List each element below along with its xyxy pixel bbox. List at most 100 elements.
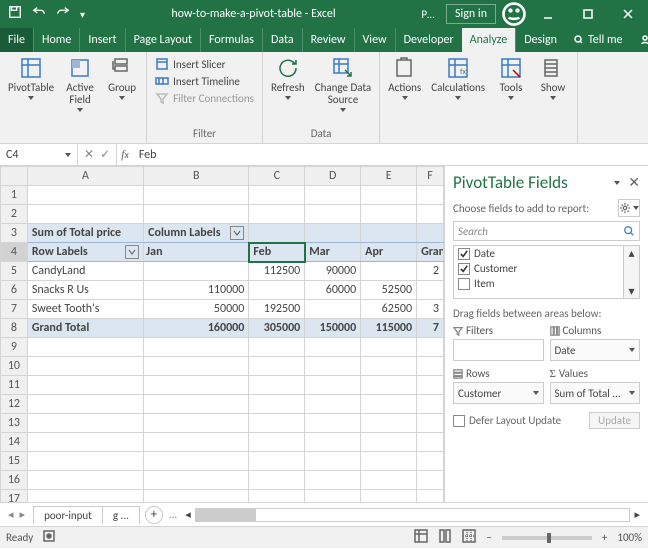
close-button[interactable] — [608, 0, 648, 28]
hdr-mar: Mar — [305, 243, 361, 262]
tab-page-layout[interactable]: Page Layout — [125, 28, 200, 52]
redo-icon[interactable] — [56, 5, 70, 23]
worksheet-grid[interactable]: A B C D E F 1 2 3 Sum of Total price Col… — [0, 166, 444, 502]
formula-input[interactable]: Feb — [133, 144, 648, 165]
group-button[interactable]: Group — [102, 54, 142, 102]
insert-timeline-button[interactable]: Insert Timeline — [151, 73, 258, 89]
save-icon[interactable] — [8, 5, 22, 23]
refresh-button[interactable]: Refresh — [267, 54, 309, 102]
zoom-out-button[interactable]: − — [486, 531, 491, 544]
column-labels-dropdown-icon[interactable] — [230, 226, 244, 240]
row-labels-cell[interactable]: Row Labels — [27, 243, 143, 262]
row-snacks: Snacks R Us — [27, 281, 143, 300]
tell-me-label: Tell me — [588, 33, 623, 47]
sheet-tab-g[interactable]: g ... — [102, 506, 140, 524]
view-page-layout-icon[interactable] — [438, 529, 452, 546]
field-customer[interactable]: Customer — [454, 261, 639, 276]
column-labels-cell[interactable]: Column Labels — [144, 224, 249, 243]
hdr-apr: Apr — [361, 243, 417, 262]
macro-record-icon[interactable] — [43, 530, 55, 545]
tab-developer[interactable]: Developer — [395, 28, 462, 52]
fields-pane-subtitle: Choose fields to add to report: — [453, 202, 589, 215]
horizontal-scrollbar[interactable]: ◂▸ — [177, 508, 648, 522]
calculations-button[interactable]: fxCalculations — [427, 54, 489, 102]
sheet-nav-prev-icon[interactable]: ◂ — [8, 508, 14, 521]
col-header-c[interactable]: C — [249, 167, 305, 186]
fields-list-scrollbar[interactable]: ▴▾ — [623, 246, 639, 298]
account-ellipsis-icon[interactable]: P… — [414, 8, 442, 21]
col-header-e[interactable]: E — [361, 167, 417, 186]
fields-pane-dropdown-icon[interactable] — [614, 181, 620, 185]
select-all-corner[interactable] — [1, 167, 28, 186]
add-sheet-button[interactable]: + — [145, 506, 163, 524]
field-item[interactable]: Item — [454, 276, 639, 291]
col-header-a[interactable]: A — [27, 167, 143, 186]
sign-in-button[interactable]: Sign in — [446, 4, 496, 24]
status-bar: Ready − + 100% — [0, 526, 648, 548]
svg-text:fx: fx — [460, 67, 466, 77]
tab-data[interactable]: Data — [262, 28, 302, 52]
sum-of-total-label: Sum of Total price — [27, 224, 143, 243]
sheet-overflow-icon[interactable]: ... — [169, 508, 177, 521]
feedback-icon[interactable] — [500, 0, 528, 28]
minimize-button[interactable] — [528, 0, 568, 28]
tab-insert[interactable]: Insert — [79, 28, 124, 52]
qat-dropdown-icon[interactable]: ▾ — [80, 8, 85, 21]
defer-layout-checkbox[interactable]: Defer Layout Update — [453, 414, 561, 427]
formula-bar: C4 ✕ ✓ fx Feb — [0, 144, 648, 166]
sheet-nav-next-icon[interactable]: ▸ — [20, 508, 26, 521]
maximize-button[interactable] — [568, 0, 608, 28]
tools-button[interactable]: Tools — [491, 54, 531, 102]
area-columns[interactable]: Columns Date — [550, 324, 641, 361]
zoom-level[interactable]: 100% — [617, 531, 642, 544]
tab-tell-me[interactable]: Tell me — [565, 28, 631, 52]
pivottable-button[interactable]: PivotTable — [4, 54, 58, 102]
insert-slicer-button[interactable]: Insert Slicer — [151, 56, 258, 72]
tab-design[interactable]: Design — [515, 28, 565, 52]
change-data-source-button[interactable]: Change DataSource — [311, 54, 376, 114]
col-header-f[interactable]: F — [417, 167, 444, 186]
actions-button[interactable]: Actions — [384, 54, 425, 102]
share-button[interactable]: Share — [631, 28, 648, 52]
fields-list: Date Customer Item ▴▾ — [453, 245, 640, 299]
ribbon-tabs: File Home Insert Page Layout Formulas Da… — [0, 28, 648, 52]
tab-view[interactable]: View — [354, 28, 395, 52]
col-header-b[interactable]: B — [144, 167, 249, 186]
active-field-button[interactable]: ActiveField — [60, 54, 100, 114]
window-title: how-to-make-a-pivot-table - Excel — [93, 7, 414, 21]
tab-home[interactable]: Home — [33, 28, 79, 52]
fields-search-input[interactable]: Search — [453, 221, 640, 241]
tab-analyze[interactable]: Analyze — [462, 28, 516, 52]
update-button: Update — [589, 412, 640, 429]
sheet-tab-poor-input[interactable]: poor-input — [33, 506, 103, 524]
fields-pane-close-icon[interactable]: ✕ — [628, 174, 640, 191]
ribbon: PivotTable ActiveField Group Insert Slic… — [0, 52, 648, 144]
tab-review[interactable]: Review — [302, 28, 354, 52]
tab-file[interactable]: File — [0, 28, 33, 52]
zoom-in-button[interactable]: + — [602, 531, 607, 544]
view-normal-icon[interactable] — [414, 529, 428, 546]
cancel-formula-icon[interactable]: ✕ — [84, 147, 94, 162]
undo-icon[interactable] — [32, 5, 46, 23]
field-date[interactable]: Date — [454, 246, 639, 261]
area-rows[interactable]: Rows Customer — [453, 367, 544, 404]
view-page-break-icon[interactable] — [462, 529, 476, 546]
grand-total-label: Grand Total — [27, 319, 143, 338]
area-filters[interactable]: Filters — [453, 324, 544, 361]
name-box[interactable]: C4 — [0, 144, 78, 165]
zoom-slider[interactable] — [502, 536, 592, 540]
col-header-d[interactable]: D — [305, 167, 361, 186]
accept-formula-icon[interactable]: ✓ — [100, 147, 110, 162]
area-values[interactable]: ΣValues Sum of Total ... — [550, 367, 641, 404]
row-labels-dropdown-icon[interactable] — [125, 245, 139, 259]
filter-group-label: Filter — [151, 127, 258, 143]
data-group-label: Data — [267, 127, 375, 143]
fx-icon[interactable]: fx — [117, 144, 133, 165]
show-button[interactable]: Show — [533, 54, 573, 102]
tab-formulas[interactable]: Formulas — [200, 28, 262, 52]
fields-pane-gear-icon[interactable] — [618, 199, 640, 217]
hdr-feb[interactable]: Feb — [249, 243, 305, 262]
hdr-jan: Jan — [144, 243, 249, 262]
drag-fields-label: Drag fields between areas below: — [453, 307, 640, 320]
row-candyland: CandyLand — [27, 262, 143, 281]
